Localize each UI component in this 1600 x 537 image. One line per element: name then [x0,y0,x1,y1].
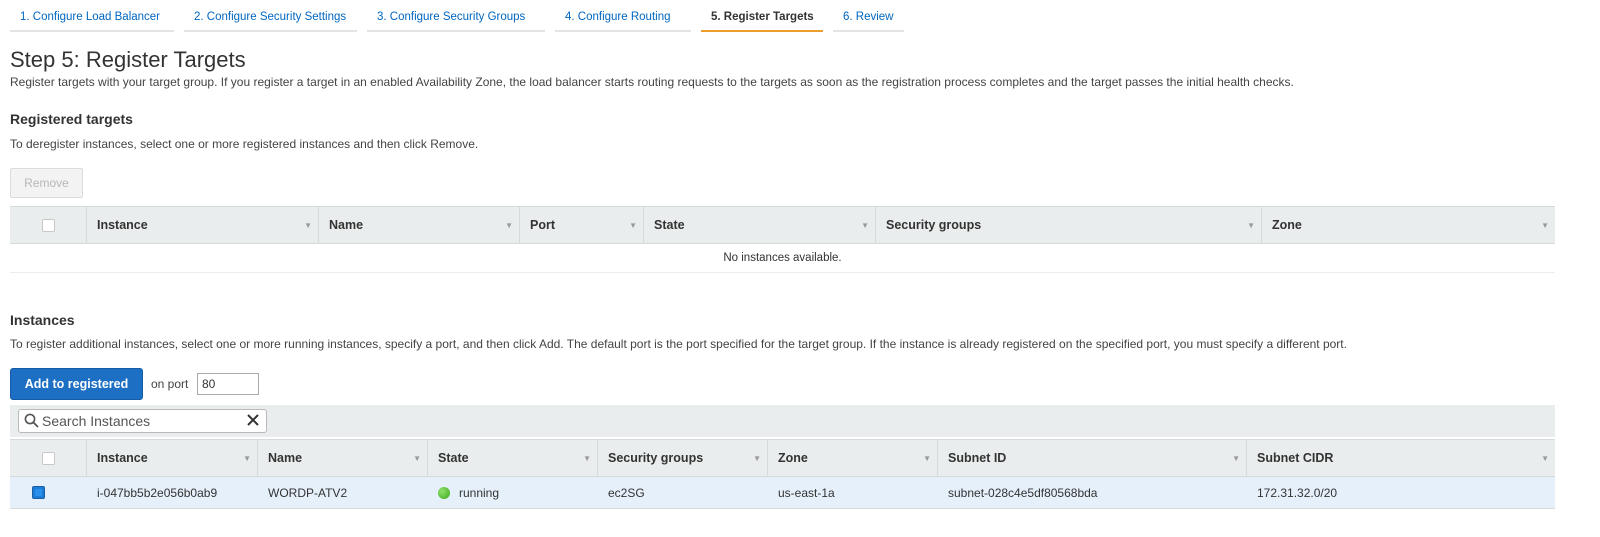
sort-caret-icon[interactable]: ▼ [505,221,513,230]
col-state[interactable]: State ▼ [428,440,598,476]
tab-configure-security-settings[interactable]: 2. Configure Security Settings [184,0,357,32]
col-security-groups[interactable]: Security groups ▼ [598,440,768,476]
instance-state: running [428,477,598,508]
row-select-cell [10,477,87,508]
sort-caret-icon[interactable]: ▼ [583,454,591,463]
col-state[interactable]: State ▼ [644,207,876,243]
instance-name: WORDP-ATV2 [268,485,348,500]
col-port[interactable]: Port ▼ [520,207,644,243]
search-toolbar [10,405,1555,437]
sort-caret-icon[interactable]: ▼ [923,454,931,463]
registered-targets-table: Instance ▼ Name ▼ Port ▼ State ▼ Securit… [10,206,1555,273]
search-icon [24,413,39,431]
sort-caret-icon[interactable]: ▼ [753,454,761,463]
col-zone[interactable]: Zone ▼ [1262,207,1555,243]
select-all-instances-checkbox[interactable] [41,451,55,465]
sort-caret-icon[interactable]: ▼ [413,454,421,463]
search-box[interactable] [18,409,267,433]
instance-id: i-047bb5b2e056b0ab9 [97,485,218,500]
col-zone[interactable]: Zone ▼ [768,440,938,476]
registered-targets-description: To deregister instances, select one or m… [10,137,479,151]
page-description: Register targets with your target group.… [10,75,1294,89]
instances-table-header: Instance ▼ Name ▼ State ▼ Security group… [10,439,1555,477]
tab-configure-security-groups[interactable]: 3. Configure Security Groups [367,0,545,32]
instance-zone: us-east-1a [778,485,835,500]
col-security-groups[interactable]: Security groups ▼ [876,207,1262,243]
select-all-registered-cell [10,207,87,243]
select-all-instances-cell [10,440,87,476]
empty-message: No instances available. [10,244,1555,273]
select-all-registered-checkbox[interactable] [41,218,55,232]
running-status-icon [438,486,450,499]
tab-register-targets[interactable]: 5. Register Targets [701,0,823,32]
clear-search-icon[interactable] [246,413,260,430]
col-instance-label: Instance [97,451,148,465]
col-name[interactable]: Name ▼ [258,440,428,476]
col-name[interactable]: Name ▼ [319,207,520,243]
sort-caret-icon[interactable]: ▼ [1541,221,1549,230]
col-state-label: State [654,218,685,232]
table-row[interactable]: i-047bb5b2e056b0ab9 WORDP-ATV2 running e… [10,477,1555,509]
col-subnet-cidr[interactable]: Subnet CIDR ▼ [1247,440,1555,476]
on-port-label: on port [151,377,189,391]
row-select-checkbox[interactable] [32,486,45,499]
tab-review[interactable]: 6. Review [833,0,904,32]
port-input[interactable] [197,373,259,395]
sort-caret-icon[interactable]: ▼ [1232,454,1240,463]
col-port-label: Port [530,218,555,232]
search-instances-input[interactable] [42,412,242,430]
sort-caret-icon[interactable]: ▼ [861,221,869,230]
col-state-label: State [438,451,469,465]
instance-subnet-id: subnet-028c4e5df80568bda [948,485,1098,500]
sort-caret-icon[interactable]: ▼ [1541,454,1549,463]
instance-security-groups: ec2SG [608,485,645,500]
col-instance-label: Instance [97,218,148,232]
col-security-groups-label: Security groups [608,451,704,465]
sort-caret-icon[interactable]: ▼ [243,454,251,463]
col-instance[interactable]: Instance ▼ [87,440,258,476]
sort-caret-icon[interactable]: ▼ [1247,221,1255,230]
col-name-label: Name [268,451,303,465]
col-subnet-id[interactable]: Subnet ID ▼ [938,440,1247,476]
registered-table-header: Instance ▼ Name ▼ Port ▼ State ▼ Securit… [10,206,1555,244]
col-subnet-cidr-label: Subnet CIDR [1257,451,1334,465]
instances-description: To register additional instances, select… [10,337,1347,351]
wizard-tabs: 1. Configure Load Balancer 2. Configure … [10,0,914,33]
col-name-label: Name [329,218,364,232]
col-zone-label: Zone [1272,218,1302,232]
tab-configure-load-balancer[interactable]: 1. Configure Load Balancer [10,0,174,32]
col-security-groups-label: Security groups [886,218,982,232]
col-subnet-id-label: Subnet ID [948,451,1007,465]
sort-caret-icon[interactable]: ▼ [629,221,637,230]
instance-subnet-cidr: 172.31.32.0/20 [1257,485,1338,500]
add-to-registered-button[interactable]: Add to registered [10,368,143,400]
instance-state-label: running [459,485,500,500]
col-instance[interactable]: Instance ▼ [87,207,319,243]
sort-caret-icon[interactable]: ▼ [304,221,312,230]
remove-button[interactable]: Remove [10,168,83,198]
col-zone-label: Zone [778,451,808,465]
instances-heading: Instances [10,312,75,328]
page-title: Step 5: Register Targets [10,47,246,72]
tab-configure-routing[interactable]: 4. Configure Routing [555,0,691,32]
registered-targets-heading: Registered targets [10,111,133,127]
instances-table: Instance ▼ Name ▼ State ▼ Security group… [10,439,1555,509]
